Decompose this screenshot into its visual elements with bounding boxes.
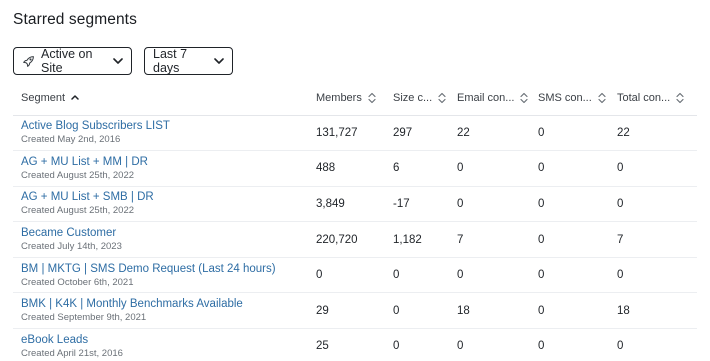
segment-created-date: Created August 25th, 2022 xyxy=(21,169,135,181)
sort-icon xyxy=(520,92,529,104)
members-cell: 3,849 xyxy=(316,197,345,210)
sms-conversions-cell: 0 xyxy=(538,233,545,246)
filter-bar: Active on Site Last 7 days xyxy=(13,47,233,75)
email-conversions-cell: 22 xyxy=(457,126,470,139)
sms-conversions-cell: 0 xyxy=(538,162,545,175)
segment-cell: Active Blog Subscribers LIST Created May… xyxy=(13,115,316,151)
column-header-members[interactable]: Members xyxy=(316,81,393,115)
members-cell: 29 xyxy=(316,304,329,317)
table-row: AG + MU List + MM | DR Created August 25… xyxy=(13,151,697,187)
members-cell: 131,727 xyxy=(316,126,358,139)
size-change-cell: 0 xyxy=(393,340,400,353)
active-on-site-dropdown[interactable]: Active on Site xyxy=(13,47,132,75)
segment-created-date: Created April 21st, 2016 xyxy=(21,347,123,359)
table-header-row: Segment Members Size c... Email con... S… xyxy=(13,81,697,115)
segment-cell: Became Customer Created July 14th, 2023 xyxy=(13,222,316,258)
chevron-down-icon xyxy=(214,58,224,64)
segment-created-date: Created September 9th, 2021 xyxy=(21,312,147,324)
segment-link[interactable]: BM | MKTG | SMS Demo Request (Last 24 ho… xyxy=(21,262,316,276)
segment-cell: BM | MKTG | SMS Demo Request (Last 24 ho… xyxy=(13,257,316,293)
table-row: BMK | K4K | Monthly Benchmarks Available… xyxy=(13,293,697,329)
email-conversions-cell: 0 xyxy=(457,340,464,353)
table-row: eBook Leads Created April 21st, 2016 25 … xyxy=(13,329,697,361)
email-conversions-cell: 0 xyxy=(457,162,464,175)
size-change-cell: 0 xyxy=(393,269,400,282)
table-row: Became Customer Created July 14th, 2023 … xyxy=(13,222,697,258)
sms-conversions-cell: 0 xyxy=(538,126,545,139)
sort-icon xyxy=(676,92,684,104)
members-cell: 220,720 xyxy=(316,233,358,246)
segment-link[interactable]: Active Blog Subscribers LIST xyxy=(21,119,316,133)
sort-icon xyxy=(438,92,446,104)
segment-created-date: Created August 25th, 2022 xyxy=(21,205,135,217)
total-conversions-cell: 0 xyxy=(617,340,624,353)
size-change-cell: 6 xyxy=(393,162,400,175)
date-range-label: Last 7 days xyxy=(153,47,188,75)
size-change-cell: -17 xyxy=(393,197,410,210)
table-row: AG + MU List + SMB | DR Created August 2… xyxy=(13,186,697,222)
active-on-site-label: Active on Site xyxy=(41,47,93,75)
column-header-segment[interactable]: Segment xyxy=(13,81,316,115)
size-change-cell: 297 xyxy=(393,126,413,139)
column-header-email-conversions[interactable]: Email con... xyxy=(457,81,538,115)
members-cell: 0 xyxy=(316,269,323,282)
sort-icon xyxy=(598,92,606,104)
total-conversions-cell: 0 xyxy=(617,269,624,282)
sms-conversions-cell: 0 xyxy=(538,340,545,353)
sort-icon xyxy=(368,92,376,104)
segment-link[interactable]: eBook Leads xyxy=(21,333,316,347)
segment-created-date: Created July 14th, 2023 xyxy=(21,241,122,253)
chevron-down-icon xyxy=(113,58,123,64)
total-conversions-cell: 7 xyxy=(617,233,624,246)
segment-link[interactable]: BMK | K4K | Monthly Benchmarks Available xyxy=(21,297,316,311)
sort-ascending-icon xyxy=(71,93,79,103)
size-change-cell: 1,182 xyxy=(393,233,422,246)
total-conversions-cell: 22 xyxy=(617,126,630,139)
sms-conversions-cell: 0 xyxy=(538,269,545,282)
email-conversions-cell: 7 xyxy=(457,233,464,246)
segment-cell: AG + MU List + SMB | DR Created August 2… xyxy=(13,186,316,222)
table-row: BM | MKTG | SMS Demo Request (Last 24 ho… xyxy=(13,257,697,293)
members-cell: 25 xyxy=(316,340,329,353)
segment-link[interactable]: Became Customer xyxy=(21,226,316,240)
column-header-sms-conversions[interactable]: SMS con... xyxy=(538,81,617,115)
total-conversions-cell: 18 xyxy=(617,304,630,317)
column-header-total-conversions[interactable]: Total con... xyxy=(617,81,697,115)
segment-link[interactable]: AG + MU List + SMB | DR xyxy=(21,190,316,204)
rocket-icon xyxy=(22,54,35,68)
segment-cell: BMK | K4K | Monthly Benchmarks Available… xyxy=(13,293,316,329)
email-conversions-cell: 18 xyxy=(457,304,470,317)
segment-cell: AG + MU List + MM | DR Created August 25… xyxy=(13,151,316,187)
size-change-cell: 0 xyxy=(393,304,400,317)
segment-created-date: Created October 6th, 2021 xyxy=(21,276,134,288)
date-range-dropdown[interactable]: Last 7 days xyxy=(144,47,233,75)
total-conversions-cell: 0 xyxy=(617,162,624,175)
table-row: Active Blog Subscribers LIST Created May… xyxy=(13,115,697,151)
page-title: Starred segments xyxy=(13,11,137,28)
members-cell: 488 xyxy=(316,162,336,175)
sms-conversions-cell: 0 xyxy=(538,304,545,317)
segments-table: Segment Members Size c... Email con... S… xyxy=(13,81,697,361)
column-header-size-change[interactable]: Size c... xyxy=(393,81,457,115)
segment-link[interactable]: AG + MU List + MM | DR xyxy=(21,155,316,169)
email-conversions-cell: 0 xyxy=(457,197,464,210)
email-conversions-cell: 0 xyxy=(457,269,464,282)
total-conversions-cell: 0 xyxy=(617,197,624,210)
sms-conversions-cell: 0 xyxy=(538,197,545,210)
segment-created-date: Created May 2nd, 2016 xyxy=(21,134,121,146)
segment-cell: eBook Leads Created April 21st, 2016 xyxy=(13,329,316,361)
